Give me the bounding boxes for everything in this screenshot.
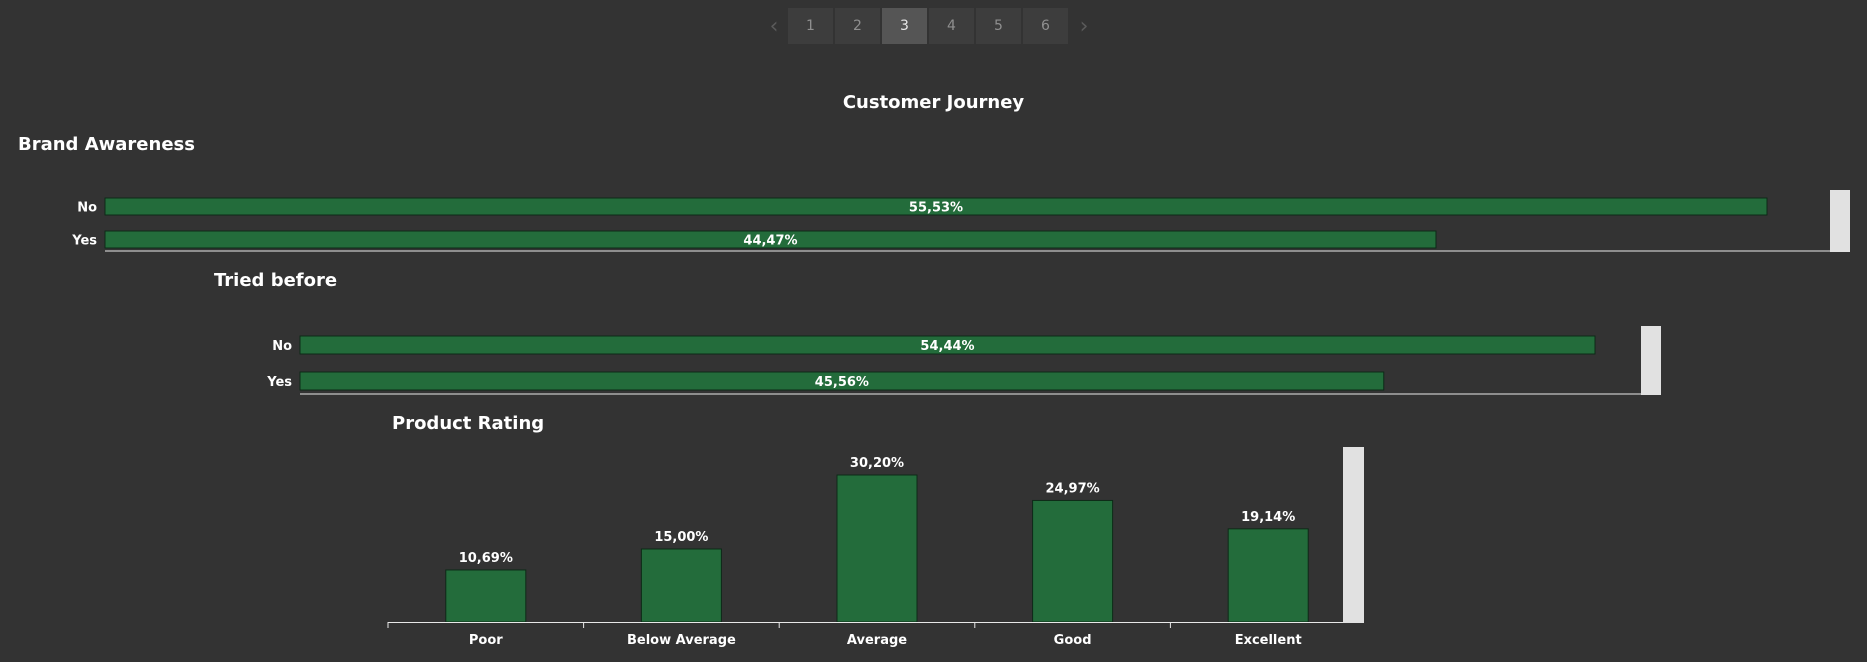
scrollbar[interactable] <box>1830 190 1850 252</box>
data-label: 54,44% <box>920 339 974 354</box>
tick-label: Below Average <box>627 633 736 648</box>
scrollbar[interactable] <box>1343 447 1364 623</box>
tick-label: Poor <box>469 633 503 648</box>
data-label: 15,00% <box>654 530 708 545</box>
data-label: 24,97% <box>1046 481 1100 496</box>
bar-2-poor[interactable] <box>445 569 527 623</box>
data-label: 45,56% <box>815 375 869 390</box>
data-label: 30,20% <box>850 456 904 471</box>
bar-2-excellent[interactable] <box>1227 528 1309 623</box>
charts-canvas: No 55,53% Yes 44,47% No 54,44% Yes 45,56% 10,69%… <box>71 190 1850 648</box>
category-label: Yes <box>266 375 292 390</box>
scrollbar[interactable] <box>1641 326 1661 395</box>
category-label: No <box>272 339 292 354</box>
bar-2-good[interactable] <box>1032 499 1114 623</box>
data-label: 44,47% <box>743 234 797 249</box>
tick-label: Good <box>1054 633 1092 648</box>
category-label: No <box>77 201 97 216</box>
data-label: 19,14% <box>1241 510 1295 525</box>
bar-2-below-average[interactable] <box>640 548 722 623</box>
data-label: 10,69% <box>459 551 513 566</box>
tick-label: Average <box>847 633 907 648</box>
category-label: Yes <box>71 234 97 249</box>
tick-label: Excellent <box>1235 633 1302 648</box>
data-label: 55,53% <box>909 201 963 216</box>
bar-2-average[interactable] <box>836 474 918 623</box>
